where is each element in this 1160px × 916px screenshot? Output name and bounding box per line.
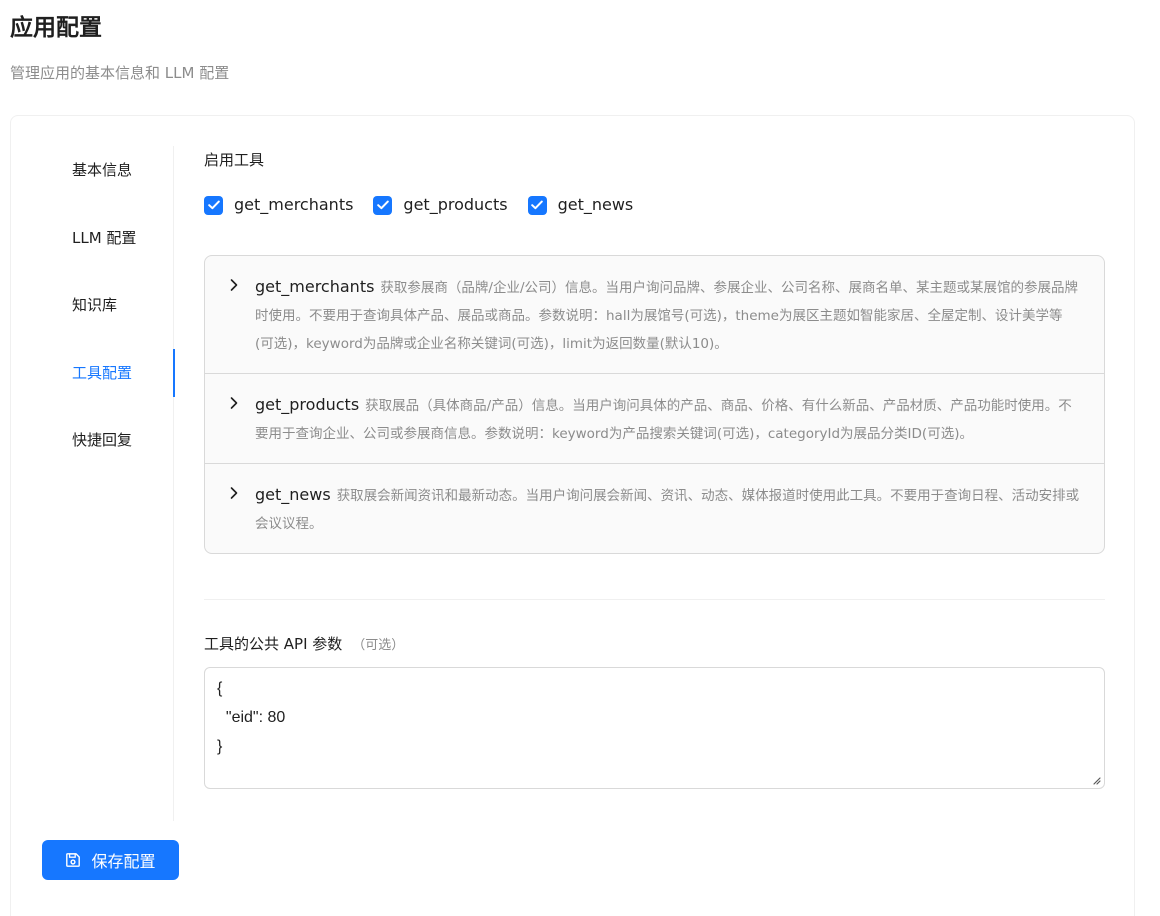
collapse-header-get-merchants[interactable]: get_merchants 获取参展商（品牌/企业/公司）信息。当用户询问品牌、参… [205,256,1104,373]
api-params-label: 工具的公共 API 参数 （可选） [204,632,404,658]
page-subtitle: 管理应用的基本信息和 LLM 配置 [10,64,230,82]
check-icon[interactable] [204,195,223,215]
save-button-label: 保存配置 [91,852,156,871]
check-icon[interactable] [527,195,547,215]
menu-item-quick-reply[interactable]: 快捷回复 [11,416,174,464]
tool-details-collapse: get_merchants 获取参展商（品牌/企业/公司）信息。当用户询问品牌、参… [204,255,1105,554]
collapse-item-get-news: get_news 获取展会新闻资讯和最新动态。当用户询问展会新闻、资讯、动态、媒体… [205,464,1104,553]
save-config-button[interactable]: 保存配置 [42,840,179,880]
checkbox-get-news[interactable]: get_news [527,194,634,216]
tool-description: 获取展品（具体商品/产品）信息。当用户询问具体的产品、商品、价格、有什么新品、产… [255,398,1072,442]
enabled-tools-label: 启用工具 [204,151,265,169]
section-divider [204,599,1105,600]
config-side-menu: 基本信息 LLM 配置 知识库 工具配置 快捷回复 [11,146,175,821]
collapse-item-get-products: get_products 获取展品（具体商品/产品）信息。当用户询问具体的产品、商… [205,374,1104,464]
checkbox-label: get_merchants [234,195,354,214]
menu-item-tool-config[interactable]: 工具配置 [11,349,175,397]
enabled-tools-group: get_merchants get_products get_news [204,194,653,216]
tool-name: get_merchants [255,277,375,296]
app-config-page: 应用配置 管理应用的基本信息和 LLM 配置 基本信息 LLM 配置 知识库 工… [0,0,1160,916]
api-params-optional: （可选） [352,638,405,653]
chevron-right-icon[interactable] [227,396,241,410]
checkbox-get-merchants[interactable]: get_merchants [204,194,353,216]
checkbox-label: get_news [557,195,634,214]
collapse-header-get-products[interactable]: get_products 获取展品（具体商品/产品）信息。当用户询问具体的产品、商… [205,374,1104,463]
tool-name: get_products [255,395,360,414]
page-title: 应用配置 [10,15,102,41]
menu-item-knowledge-base[interactable]: 知识库 [11,281,174,329]
chevron-right-icon[interactable] [227,278,241,292]
check-icon[interactable] [373,195,393,215]
collapse-header-get-news[interactable]: get_news 获取展会新闻资讯和最新动态。当用户询问展会新闻、资讯、动态、媒体… [205,464,1104,553]
collapse-item-get-merchants: get_merchants 获取参展商（品牌/企业/公司）信息。当用户询问品牌、参… [205,256,1104,374]
save-icon [66,853,81,867]
checkbox-get-products[interactable]: get_products [373,194,508,216]
api-params-textarea[interactable] [204,667,1105,789]
checkbox-label: get_products [403,195,508,214]
api-params-title: 工具的公共 API 参数 [204,635,343,653]
menu-item-basic-info[interactable]: 基本信息 [11,146,174,194]
resize-handle-icon[interactable] [1091,775,1101,785]
tool-name: get_news [255,485,331,504]
tool-description: 获取参展商（品牌/企业/公司）信息。当用户询问品牌、参展企业、公司名称、展商名单… [255,280,1079,352]
tool-description: 获取展会新闻资讯和最新动态。当用户询问展会新闻、资讯、动态、媒体报道时使用此工具… [255,488,1080,532]
config-card: 基本信息 LLM 配置 知识库 工具配置 快捷回复 启用工具 get_merch… [10,115,1135,916]
chevron-right-icon[interactable] [227,486,241,500]
menu-item-llm-config[interactable]: LLM 配置 [11,214,174,262]
